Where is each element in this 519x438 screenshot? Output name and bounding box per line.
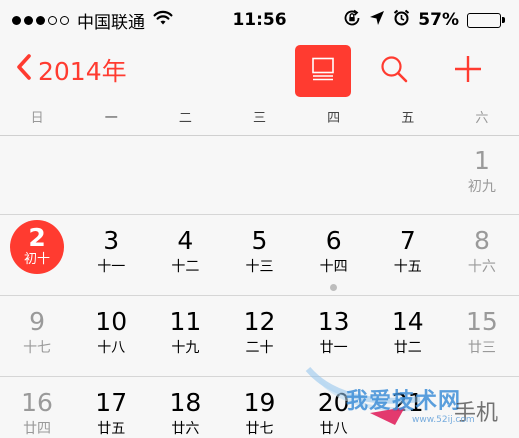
- orientation-lock-icon: [343, 9, 361, 32]
- chevron-left-icon: [16, 53, 38, 87]
- alarm-clock-icon: [393, 9, 410, 31]
- day-cell[interactable]: 4 十二: [149, 226, 221, 276]
- lunar-date: 廿五: [97, 421, 126, 437]
- day-number: 2: [28, 223, 46, 252]
- lunar-date: 初十: [24, 252, 51, 267]
- day-cell[interactable]: 14 廿二: [372, 307, 444, 357]
- week-divider: [0, 214, 519, 215]
- lunar-date: 十一: [97, 259, 126, 275]
- day-cell[interactable]: 7 十五: [372, 226, 444, 276]
- lunar-date: 初九: [467, 179, 496, 195]
- list-view-icon: [311, 57, 335, 85]
- lunar-date: 十六: [467, 259, 496, 275]
- status-right: 57%: [343, 9, 505, 32]
- day-number: 4: [177, 226, 194, 255]
- lunar-date: 廿八: [319, 421, 348, 437]
- day-cell[interactable]: 1 初九: [446, 146, 518, 196]
- day-number: 20: [317, 388, 350, 417]
- carrier-name: 中国联通: [77, 12, 145, 33]
- lunar-date: 十八: [97, 340, 126, 356]
- weekday-label: 日: [30, 111, 44, 126]
- lunar-date: 廿六: [171, 421, 200, 437]
- event-indicator: [330, 284, 338, 291]
- weekday-label: 六: [475, 111, 489, 126]
- day-cell[interactable]: 13 廿一: [298, 307, 370, 357]
- day-cell[interactable]: 12 二十: [224, 307, 296, 357]
- day-number: 17: [95, 388, 128, 417]
- signal-strength-icon: [12, 15, 69, 25]
- day-number: 10: [95, 307, 128, 336]
- day-cell[interactable]: 21: [372, 388, 444, 418]
- day-number: 18: [169, 388, 202, 417]
- day-cell[interactable]: 10 十八: [75, 307, 147, 357]
- day-cell[interactable]: 5 十三: [224, 226, 296, 276]
- wifi-icon: [153, 10, 173, 31]
- battery-percent: 57%: [418, 10, 459, 30]
- lunar-date: 廿一: [319, 340, 348, 356]
- weekday-label: 五: [401, 111, 415, 126]
- plus-icon: [453, 54, 483, 88]
- day-number: 3: [103, 226, 120, 255]
- day-number: 14: [391, 307, 424, 336]
- weekday-header: 日一二三四五六: [0, 106, 519, 132]
- search-button[interactable]: [366, 45, 422, 97]
- day-cell-today[interactable]: 2 初十: [1, 220, 73, 274]
- status-bar: 中国联通 57%: [0, 0, 519, 40]
- signal-dot: [36, 15, 45, 25]
- lunar-date: 十二: [171, 259, 200, 275]
- lunar-date: 十九: [171, 340, 200, 356]
- today-marker: 2 初十: [10, 220, 65, 274]
- signal-dot: [12, 15, 21, 25]
- lunar-date: 二十: [245, 340, 274, 356]
- day-number: 9: [29, 307, 46, 336]
- signal-dot: [48, 15, 57, 25]
- lunar-date: 十五: [393, 259, 422, 275]
- day-number: 16: [21, 388, 53, 417]
- day-number: 19: [243, 388, 276, 417]
- lunar-date: 廿七: [245, 421, 274, 437]
- search-icon: [379, 54, 409, 88]
- weekday-label: 三: [252, 111, 266, 126]
- week-divider: [0, 376, 519, 377]
- battery-icon: [467, 12, 505, 28]
- day-number: 12: [243, 307, 276, 336]
- day-cell[interactable]: 6 十四: [298, 226, 370, 291]
- week-divider: [0, 295, 519, 296]
- day-cell[interactable]: 8 十六: [446, 226, 518, 276]
- day-number: 6: [325, 226, 342, 255]
- day-number: 1: [473, 146, 490, 175]
- nav-bar: 2014年: [0, 40, 519, 102]
- lunar-date: 廿三: [467, 340, 496, 356]
- signal-dot: [24, 15, 33, 25]
- day-number: 7: [399, 226, 416, 255]
- location-arrow-icon: [369, 10, 385, 31]
- list-view-button[interactable]: [295, 45, 351, 97]
- watermark-text-2: 手机: [454, 401, 499, 426]
- status-left: 中国联通: [12, 8, 173, 33]
- lunar-date: 十四: [319, 259, 348, 275]
- day-number: 11: [169, 307, 202, 336]
- header-divider: [0, 135, 519, 136]
- day-cell[interactable]: 3 十一: [75, 226, 147, 276]
- day-number: 13: [317, 307, 350, 336]
- lunar-date: 十三: [245, 259, 274, 275]
- day-cell[interactable]: 15 廿三: [446, 307, 518, 357]
- back-label: 2014年: [38, 57, 127, 86]
- weekday-label: 二: [178, 111, 192, 126]
- day-cell[interactable]: 9 十七: [1, 307, 73, 357]
- day-number: 8: [473, 226, 490, 255]
- day-number: 15: [466, 307, 498, 336]
- lunar-date: 廿二: [393, 340, 422, 356]
- back-to-year-button[interactable]: 2014年: [16, 50, 127, 90]
- lunar-date: 廿四: [23, 421, 52, 437]
- day-cell[interactable]: 11 十九: [149, 307, 221, 357]
- add-event-button[interactable]: [440, 45, 496, 97]
- signal-dot: [60, 15, 69, 25]
- day-number: 21: [391, 388, 424, 417]
- weekday-label: 四: [327, 111, 341, 126]
- day-number: 5: [251, 226, 268, 255]
- lunar-date: 十七: [23, 340, 52, 356]
- weekday-label: 一: [104, 111, 118, 126]
